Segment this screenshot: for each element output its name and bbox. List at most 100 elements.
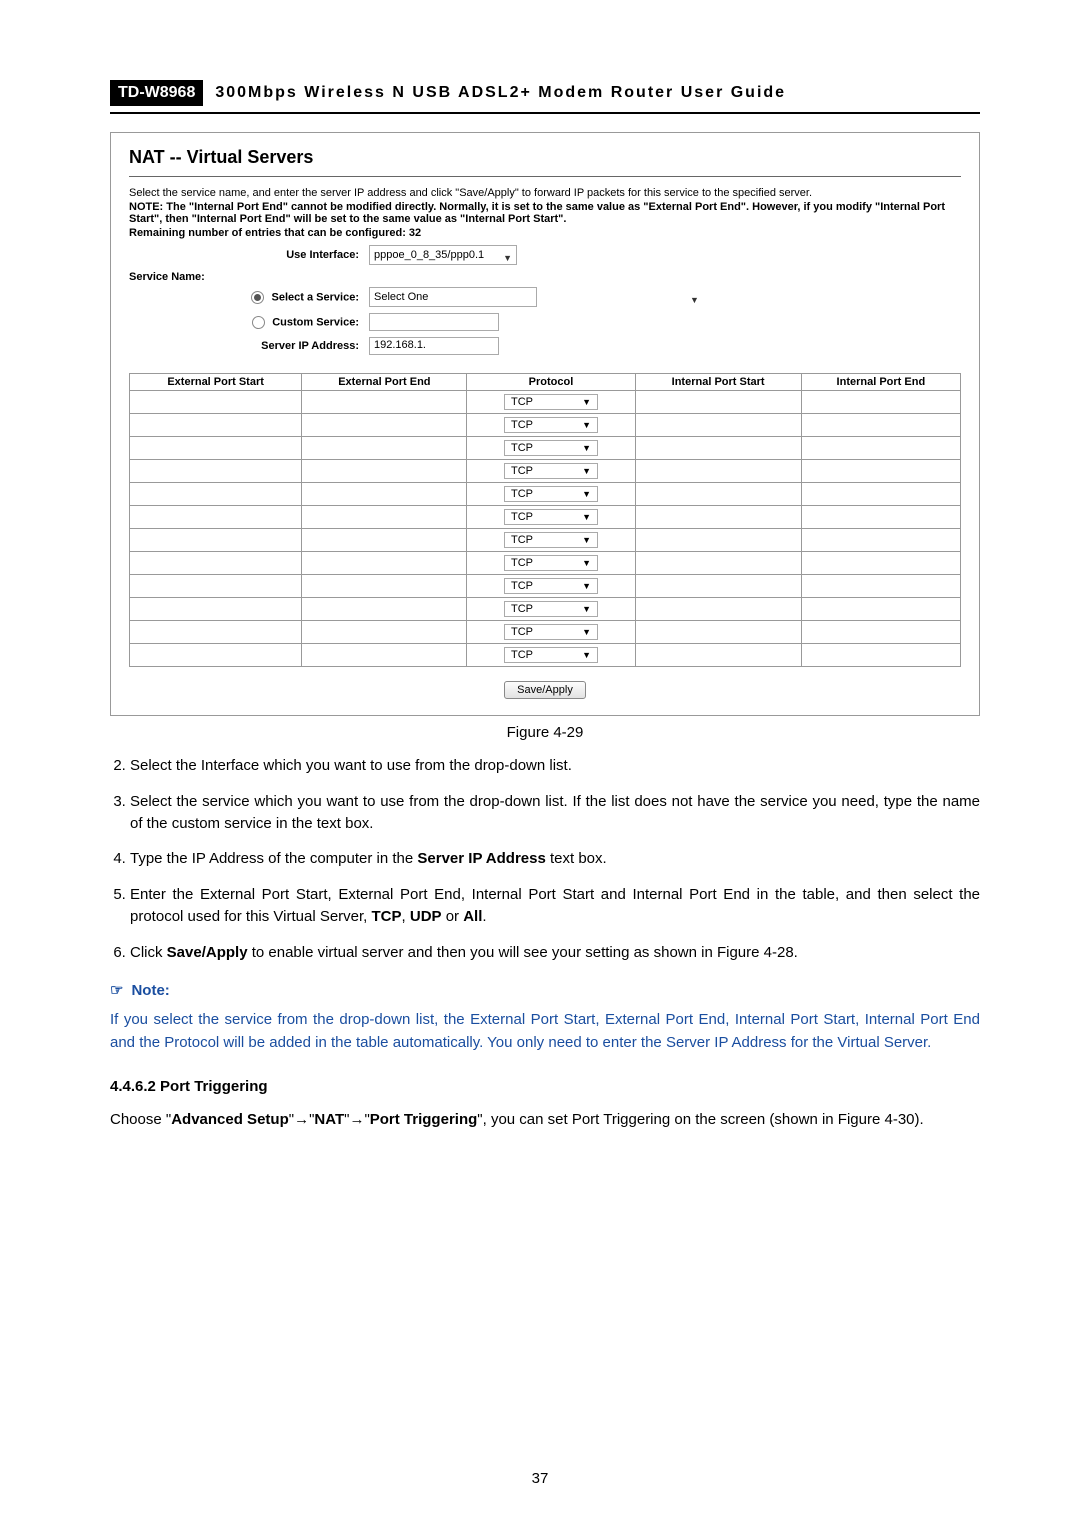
- int-start-cell[interactable]: [635, 437, 801, 460]
- table-row: TCP▼: [130, 483, 961, 506]
- ext-end-cell[interactable]: [302, 644, 467, 667]
- pointer-icon: ☞: [110, 981, 123, 999]
- select-service-label: Select a Service:: [272, 291, 359, 303]
- ext-start-cell[interactable]: [130, 437, 302, 460]
- ext-start-cell[interactable]: [130, 460, 302, 483]
- int-end-cell[interactable]: [801, 644, 960, 667]
- int-start-cell[interactable]: [635, 414, 801, 437]
- ext-start-cell[interactable]: [130, 552, 302, 575]
- int-start-cell[interactable]: [635, 644, 801, 667]
- custom-service-row: Custom Service:: [129, 316, 369, 329]
- ext-end-cell[interactable]: [302, 483, 467, 506]
- chevron-down-icon: ▼: [582, 650, 591, 660]
- protocol-cell: TCP▼: [467, 483, 635, 506]
- chevron-down-icon: ▼: [503, 250, 512, 266]
- protocol-select[interactable]: TCP▼: [504, 532, 598, 548]
- protocol-cell: TCP▼: [467, 644, 635, 667]
- int-end-cell[interactable]: [801, 437, 960, 460]
- instruction-3: Select the service which you want to use…: [130, 791, 980, 835]
- int-start-cell[interactable]: [635, 391, 801, 414]
- protocol-select[interactable]: TCP▼: [504, 601, 598, 617]
- protocol-select[interactable]: TCP▼: [504, 463, 598, 479]
- int-end-cell[interactable]: [801, 483, 960, 506]
- ext-end-cell[interactable]: [302, 437, 467, 460]
- ext-end-cell[interactable]: [302, 621, 467, 644]
- ext-start-cell[interactable]: [130, 644, 302, 667]
- int-end-cell[interactable]: [801, 460, 960, 483]
- ext-end-cell[interactable]: [302, 506, 467, 529]
- int-end-cell[interactable]: [801, 552, 960, 575]
- ext-end-cell[interactable]: [302, 598, 467, 621]
- page-header: TD-W8968 300Mbps Wireless N USB ADSL2+ M…: [110, 80, 980, 106]
- protocol-cell: TCP▼: [467, 506, 635, 529]
- custom-service-radio[interactable]: [252, 316, 265, 329]
- ext-start-cell[interactable]: [130, 391, 302, 414]
- int-end-cell[interactable]: [801, 621, 960, 644]
- ext-end-cell[interactable]: [302, 414, 467, 437]
- custom-service-input[interactable]: [369, 313, 499, 331]
- int-end-cell[interactable]: [801, 575, 960, 598]
- protocol-select[interactable]: TCP▼: [504, 417, 598, 433]
- protocol-cell: TCP▼: [467, 437, 635, 460]
- int-start-cell[interactable]: [635, 575, 801, 598]
- int-start-cell[interactable]: [635, 483, 801, 506]
- ext-end-cell[interactable]: [302, 460, 467, 483]
- int-start-cell[interactable]: [635, 552, 801, 575]
- protocol-select[interactable]: TCP▼: [504, 509, 598, 525]
- ext-start-cell[interactable]: [130, 506, 302, 529]
- protocol-select[interactable]: TCP▼: [504, 486, 598, 502]
- header-model: TD-W8968: [110, 80, 203, 106]
- ext-start-cell[interactable]: [130, 621, 302, 644]
- select-service-dropdown[interactable]: Select One ▼: [369, 287, 537, 307]
- int-start-cell[interactable]: [635, 598, 801, 621]
- int-end-cell[interactable]: [801, 529, 960, 552]
- int-end-cell[interactable]: [801, 506, 960, 529]
- config-screenshot: NAT -- Virtual Servers Select the servic…: [110, 132, 980, 716]
- select-service-row: Select a Service:: [129, 291, 369, 304]
- chevron-down-icon: ▼: [690, 292, 699, 308]
- ext-start-cell[interactable]: [130, 483, 302, 506]
- ext-end-cell[interactable]: [302, 552, 467, 575]
- int-end-cell[interactable]: [801, 391, 960, 414]
- chevron-down-icon: ▼: [582, 558, 591, 568]
- table-row: TCP▼: [130, 529, 961, 552]
- ext-end-cell[interactable]: [302, 529, 467, 552]
- protocol-select[interactable]: TCP▼: [504, 555, 598, 571]
- int-end-cell[interactable]: [801, 414, 960, 437]
- chevron-down-icon: ▼: [582, 535, 591, 545]
- protocol-select[interactable]: TCP▼: [504, 624, 598, 640]
- protocol-select[interactable]: TCP▼: [504, 394, 598, 410]
- chevron-down-icon: ▼: [582, 512, 591, 522]
- chevron-down-icon: ▼: [582, 397, 591, 407]
- int-start-cell[interactable]: [635, 621, 801, 644]
- server-ip-label: Server IP Address:: [129, 340, 369, 352]
- protocol-cell: TCP▼: [467, 529, 635, 552]
- ext-end-cell[interactable]: [302, 575, 467, 598]
- protocol-cell: TCP▼: [467, 575, 635, 598]
- table-row: TCP▼: [130, 552, 961, 575]
- ext-start-cell[interactable]: [130, 598, 302, 621]
- table-row: TCP▼: [130, 460, 961, 483]
- ext-start-cell[interactable]: [130, 529, 302, 552]
- ext-start-cell[interactable]: [130, 414, 302, 437]
- use-interface-select[interactable]: pppoe_0_8_35/ppp0.1 ▼: [369, 245, 517, 265]
- port-mapping-table: External Port Start External Port End Pr…: [129, 373, 961, 667]
- ext-start-cell[interactable]: [130, 575, 302, 598]
- server-ip-input[interactable]: 192.168.1.: [369, 337, 499, 355]
- ext-end-cell[interactable]: [302, 391, 467, 414]
- int-start-cell[interactable]: [635, 529, 801, 552]
- protocol-select[interactable]: TCP▼: [504, 647, 598, 663]
- chevron-down-icon: ▼: [582, 420, 591, 430]
- protocol-select[interactable]: TCP▼: [504, 578, 598, 594]
- int-start-cell[interactable]: [635, 460, 801, 483]
- int-end-cell[interactable]: [801, 598, 960, 621]
- select-service-radio[interactable]: [251, 291, 264, 304]
- chevron-down-icon: ▼: [582, 581, 591, 591]
- save-apply-button[interactable]: Save/Apply: [504, 681, 586, 699]
- protocol-select[interactable]: TCP▼: [504, 440, 598, 456]
- protocol-cell: TCP▼: [467, 414, 635, 437]
- table-row: TCP▼: [130, 621, 961, 644]
- instructions-list: Select the Interface which you want to u…: [130, 755, 980, 963]
- int-start-cell[interactable]: [635, 506, 801, 529]
- chevron-down-icon: ▼: [582, 489, 591, 499]
